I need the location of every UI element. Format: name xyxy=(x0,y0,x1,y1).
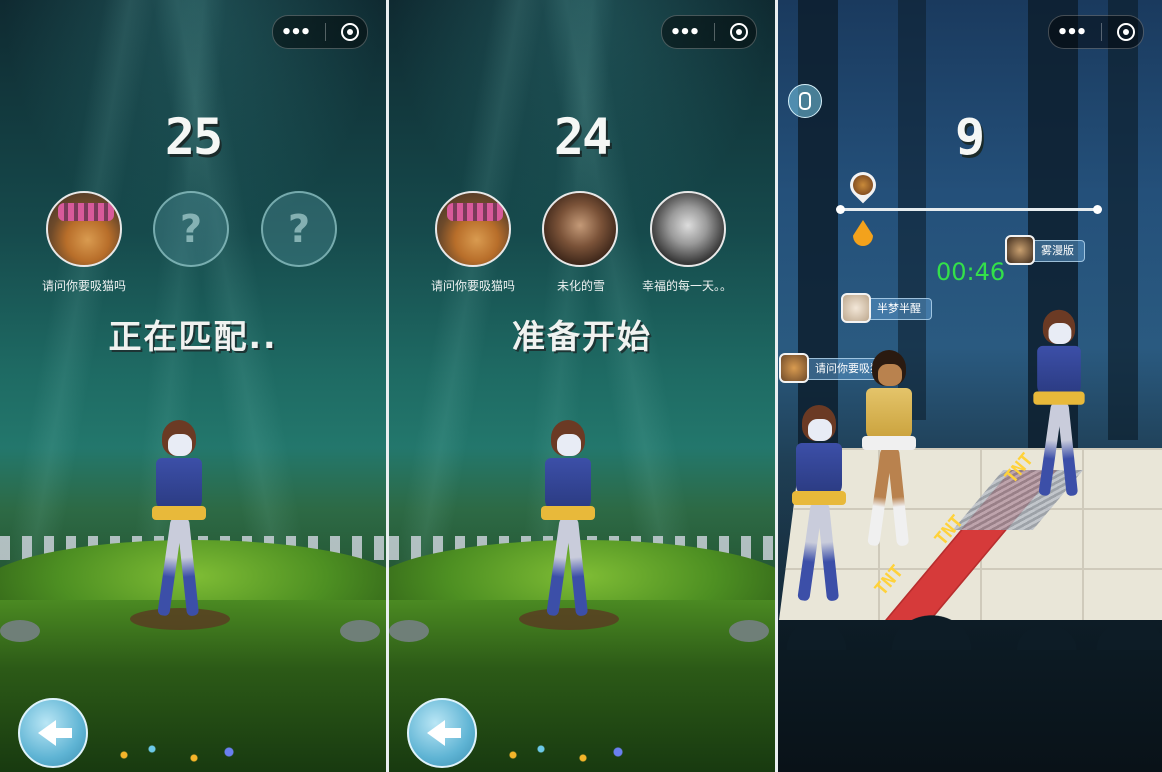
progress-end xyxy=(1093,205,1102,214)
player-avatar-3 xyxy=(650,191,726,267)
empty-slot-avatar: ? xyxy=(261,191,337,267)
player-character xyxy=(130,420,230,630)
empty-slot-avatar: ? xyxy=(153,191,229,267)
player-tag-avatar xyxy=(841,293,871,323)
dirt-patch xyxy=(130,608,230,630)
player-tag-name: 雾漫版 xyxy=(1041,244,1074,257)
player-character xyxy=(1030,309,1089,497)
foreground-foliage xyxy=(778,590,1162,772)
player-name-1: 请问你要吸猫吗 xyxy=(430,279,515,293)
player-tag-name: 半梦半醒 xyxy=(877,302,921,315)
matching-screen-2: ••• 24 请问你要吸猫吗 未化的雪 幸福的每一天。。 准备开始 xyxy=(389,0,775,772)
progress-start xyxy=(836,205,845,214)
player-tag-avatar xyxy=(1005,235,1035,265)
target-close-icon[interactable] xyxy=(1117,23,1136,41)
character-body xyxy=(156,458,202,512)
opponent-character xyxy=(788,405,850,602)
player-name-3: 幸福的每一天。。 xyxy=(641,279,732,293)
player-name-1: 请问你要吸猫吗 xyxy=(41,279,126,293)
character-body xyxy=(545,458,591,512)
back-button[interactable] xyxy=(407,698,477,768)
character-skirt xyxy=(541,506,595,520)
back-arrow-icon xyxy=(38,720,72,746)
player-avatar-2 xyxy=(542,191,618,267)
rock xyxy=(389,620,429,642)
flowers xyxy=(499,740,639,770)
character-face xyxy=(808,419,832,441)
player-tag: 雾漫版 xyxy=(1005,235,1085,265)
character-face xyxy=(878,364,902,386)
tree-trunk xyxy=(1108,0,1138,440)
character-skirt xyxy=(792,491,846,505)
player-character xyxy=(519,420,619,630)
character-skirt xyxy=(1033,391,1085,405)
capsule-divider xyxy=(324,23,326,41)
character-body xyxy=(1037,345,1081,398)
back-arrow-icon xyxy=(427,720,461,746)
player-avatar-1 xyxy=(435,191,511,267)
mini-program-capsule[interactable]: ••• xyxy=(272,15,368,49)
tree-trunk xyxy=(798,0,838,460)
more-dots-icon[interactable]: ••• xyxy=(1057,22,1087,43)
character-leg xyxy=(565,517,589,617)
character-face xyxy=(1048,323,1072,344)
countdown: 9 xyxy=(954,108,986,166)
player-name-2: 未化的雪 xyxy=(556,279,605,293)
match-status: 正在匹配.. xyxy=(108,317,278,356)
character-skirt xyxy=(862,436,916,450)
opponent-character xyxy=(858,350,920,547)
more-dots-icon[interactable]: ••• xyxy=(670,22,700,43)
target-close-icon[interactable] xyxy=(730,23,749,41)
character-face xyxy=(557,434,581,456)
countdown: 24 xyxy=(553,108,612,166)
character-face xyxy=(168,434,192,456)
flowers xyxy=(110,740,250,770)
question-mark-icon: ? xyxy=(179,207,203,251)
back-button[interactable] xyxy=(18,698,88,768)
capsule-divider xyxy=(1100,23,1102,41)
dirt-patch xyxy=(519,608,619,630)
question-mark-icon: ? xyxy=(287,207,311,251)
race-progress-track xyxy=(836,205,1102,214)
race-screen: TNT TNT TNT ••• 9 00:46 雾漫版 半梦半醒 请问你要吸猫吗 xyxy=(778,0,1162,772)
character-leg xyxy=(816,502,840,602)
countdown: 25 xyxy=(164,108,223,166)
player-tag-avatar xyxy=(779,353,809,383)
mini-program-capsule[interactable]: ••• xyxy=(661,15,757,49)
race-timer: 00:46 xyxy=(936,258,1006,286)
player-avatar-1 xyxy=(46,191,122,267)
character-body xyxy=(796,443,842,497)
character-skirt xyxy=(152,506,206,520)
character-leg xyxy=(176,517,200,617)
character-leg xyxy=(1057,402,1079,497)
rock xyxy=(729,620,769,642)
player-tag: 半梦半醒 xyxy=(841,293,932,323)
capsule-divider xyxy=(713,23,715,41)
target-close-icon[interactable] xyxy=(341,23,360,41)
rock xyxy=(340,620,380,642)
rock xyxy=(0,620,40,642)
mini-program-capsule[interactable]: ••• xyxy=(1048,15,1144,49)
character-leg xyxy=(886,447,910,547)
more-dots-icon[interactable]: ••• xyxy=(281,22,311,43)
match-status: 准备开始 xyxy=(512,317,652,356)
matching-screen-1: ••• 25 ? ? 请问你要吸猫吗 正在匹配.. xyxy=(0,0,386,772)
character-body xyxy=(866,388,912,442)
